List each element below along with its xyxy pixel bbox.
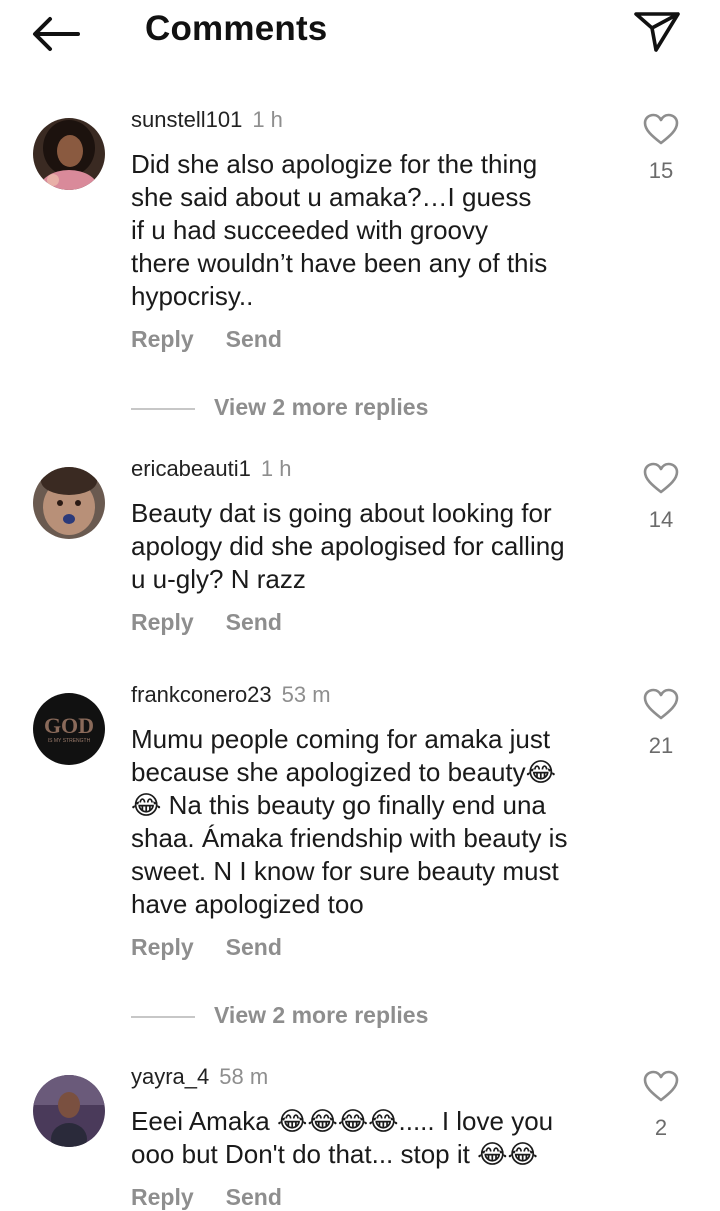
comment-line: have apologized too xyxy=(131,889,364,919)
avatar[interactable] xyxy=(33,467,105,539)
share-button[interactable] xyxy=(632,8,682,54)
avatar-logo-text: GOD xyxy=(44,713,94,738)
comment-text: Did she also apologize for the thing she… xyxy=(131,148,611,313)
comment-line: ooo but Don't do that... stop it 😂😂 xyxy=(131,1139,538,1169)
view-more-replies[interactable]: View 2 more replies xyxy=(131,394,531,424)
send-button[interactable]: Send xyxy=(226,326,282,352)
view-replies-label: View 2 more replies xyxy=(214,394,429,420)
username[interactable]: yayra_4 xyxy=(131,1064,209,1089)
comment-header: frankconero23 53 m xyxy=(131,682,331,708)
comment-line: u u-gly? N razz xyxy=(131,564,306,594)
comment-line: because she apologized to beauty😂 xyxy=(131,757,557,787)
username[interactable]: ericabeauti1 xyxy=(131,456,251,481)
comment-line: Did she also apologize for the thing xyxy=(131,149,538,179)
comment-line: apology did she apologised for calling xyxy=(131,531,565,561)
timestamp: 1 h xyxy=(260,456,292,481)
reply-button[interactable]: Reply xyxy=(131,934,194,960)
comment-line: Mumu people coming for amaka just xyxy=(131,724,551,754)
reply-button[interactable]: Reply xyxy=(131,609,194,635)
replies-divider xyxy=(131,1016,195,1018)
reply-button[interactable]: Reply xyxy=(131,326,194,352)
comment-text: Eeei Amaka 😂😂😂😂..... I love you ooo but … xyxy=(131,1105,611,1171)
comment-line: sweet. N I know for sure beauty must xyxy=(131,856,559,886)
comment-header: sunstell101 1 h xyxy=(131,107,283,133)
back-button[interactable] xyxy=(28,12,84,56)
avatar[interactable]: GOD IS MY STRENGTH xyxy=(33,693,105,765)
comment-actions: Reply Send xyxy=(131,1184,282,1211)
paper-plane-icon xyxy=(634,12,680,52)
comment-actions: Reply Send xyxy=(131,609,282,636)
timestamp: 1 h xyxy=(252,107,283,132)
like-control: 14 xyxy=(636,461,686,533)
arrow-left-icon xyxy=(33,17,80,51)
reply-button[interactable]: Reply xyxy=(131,1184,194,1210)
like-count: 21 xyxy=(648,733,674,758)
avatar-photo xyxy=(33,1075,105,1147)
comment-text: Beauty dat is going about looking for ap… xyxy=(131,497,611,596)
heart-icon[interactable] xyxy=(642,1069,680,1103)
timestamp: 53 m xyxy=(281,682,331,707)
comment-line: Beauty dat is going about looking for xyxy=(131,498,552,528)
comment-header: yayra_4 58 m xyxy=(131,1064,268,1090)
avatar-photo: GOD IS MY STRENGTH xyxy=(33,693,105,765)
avatar-photo xyxy=(33,467,105,539)
comment-text: Mumu people coming for amaka just becaus… xyxy=(131,723,611,921)
avatar[interactable] xyxy=(33,118,105,190)
heart-icon[interactable] xyxy=(642,112,680,146)
comment-actions: Reply Send xyxy=(131,934,282,961)
replies-divider xyxy=(131,408,195,410)
comment-line: she said about u amaka?…I guess xyxy=(131,182,532,212)
like-control: 15 xyxy=(636,112,686,184)
like-count: 15 xyxy=(648,158,674,183)
send-button[interactable]: Send xyxy=(226,1184,282,1210)
heart-icon[interactable] xyxy=(642,461,680,495)
like-control: 21 xyxy=(636,687,686,759)
send-button[interactable]: Send xyxy=(226,934,282,960)
comment-line: hypocrisy.. xyxy=(131,281,254,311)
like-count: 2 xyxy=(654,1115,668,1140)
send-button[interactable]: Send xyxy=(226,609,282,635)
header: Comments xyxy=(0,0,720,64)
view-more-replies[interactable]: View 2 more replies xyxy=(131,1002,531,1032)
username[interactable]: frankconero23 xyxy=(131,682,272,707)
avatar-photo xyxy=(33,118,105,190)
comment-line: if u had succeeded with groovy xyxy=(131,215,488,245)
comment-header: ericabeauti1 1 h xyxy=(131,456,291,482)
comment-line: 😂 Na this beauty go finally end una xyxy=(131,790,546,820)
avatar[interactable] xyxy=(33,1075,105,1147)
username[interactable]: sunstell101 xyxy=(131,107,242,132)
comment-actions: Reply Send xyxy=(131,326,282,353)
comment-line: there wouldn’t have been any of this xyxy=(131,248,548,278)
timestamp: 58 m xyxy=(219,1064,269,1089)
comment-line: Eeei Amaka 😂😂😂😂..... I love you xyxy=(131,1106,554,1136)
like-control: 2 xyxy=(636,1069,686,1141)
like-count: 14 xyxy=(648,507,674,532)
page-title: Comments xyxy=(145,9,328,48)
heart-icon[interactable] xyxy=(642,687,680,721)
avatar-logo-subtext: IS MY STRENGTH xyxy=(48,738,91,744)
comment-line: shaa. Ámaka friendship with beauty is xyxy=(131,823,568,853)
view-replies-label: View 2 more replies xyxy=(214,1002,429,1028)
